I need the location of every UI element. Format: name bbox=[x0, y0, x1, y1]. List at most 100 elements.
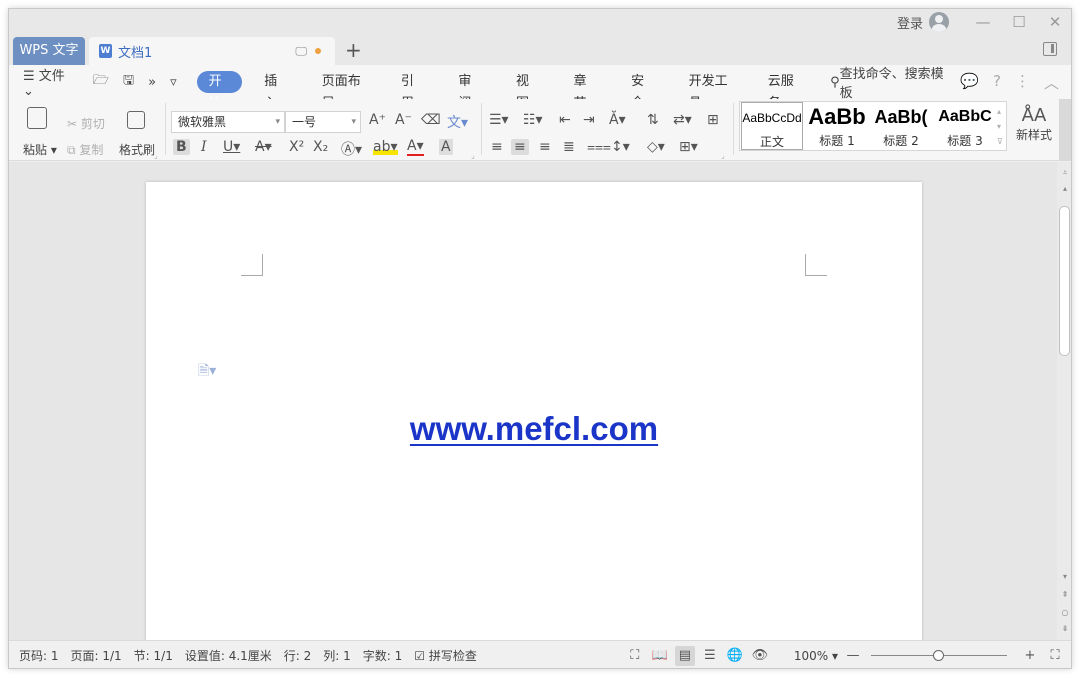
more-icon[interactable]: » bbox=[148, 75, 156, 90]
zoom-knob[interactable] bbox=[933, 649, 944, 661]
clipboard-expand-icon[interactable]: ⌟ bbox=[154, 151, 158, 160]
numbered-list-icon[interactable]: ☷▾ bbox=[523, 112, 543, 128]
line-spacing-icon[interactable]: ↕▾ bbox=[611, 139, 630, 155]
tab-references[interactable]: 引用 bbox=[387, 71, 437, 111]
next-page-icon[interactable]: ⇟ bbox=[1057, 624, 1071, 633]
char-shading-icon[interactable]: A bbox=[439, 139, 453, 155]
status-word-count[interactable]: 字数: 1 bbox=[363, 647, 403, 664]
font-size-select[interactable]: 一号 ▾ bbox=[285, 111, 361, 133]
chinese-layout-icon[interactable]: Ă▾ bbox=[609, 112, 626, 128]
save-icon[interactable]: 🖫 bbox=[123, 71, 134, 93]
zoom-slider[interactable] bbox=[871, 649, 1007, 662]
shrink-font-icon[interactable]: A⁻ bbox=[395, 112, 412, 128]
paragraph-layout-icon[interactable]: 🗎▾ bbox=[198, 360, 216, 384]
tab-page-layout[interactable]: 页面布局 bbox=[308, 71, 379, 111]
help-icon[interactable]: ? bbox=[993, 72, 1001, 93]
clear-format-icon[interactable]: ⌫ bbox=[421, 112, 441, 128]
command-search[interactable]: ⚲ 查找命令、搜索模板 bbox=[830, 63, 946, 101]
status-page-code[interactable]: 页码: 1 bbox=[19, 647, 59, 664]
style-normal[interactable]: AaBbCcDd 正文 bbox=[741, 102, 803, 150]
new-tab-button[interactable]: + bbox=[345, 38, 362, 62]
page-view-icon[interactable]: ▤ bbox=[674, 645, 695, 666]
scroll-down-icon[interactable]: ▾ bbox=[1057, 572, 1071, 581]
browse-object-icon[interactable]: ○ bbox=[1057, 608, 1071, 617]
shading-icon[interactable]: ◇▾ bbox=[647, 139, 665, 155]
document-page[interactable]: 🗎▾ www.mefcl.com bbox=[146, 182, 922, 640]
style-heading-3[interactable]: AaBbC 标题 3 bbox=[934, 102, 996, 150]
sort-icon[interactable]: ⇅ bbox=[647, 112, 659, 128]
new-style-button[interactable]: ÅA 新样式 bbox=[1013, 105, 1055, 143]
ribbon-scroll-right[interactable] bbox=[1059, 99, 1071, 161]
maximize-icon[interactable]: ☐ bbox=[1001, 13, 1037, 31]
align-center-icon[interactable]: ≡ bbox=[511, 139, 529, 155]
bullet-list-icon[interactable]: ☰▾ bbox=[489, 112, 509, 128]
paragraph-expand-icon[interactable]: ⌟ bbox=[721, 151, 725, 160]
status-row[interactable]: 行: 2 bbox=[284, 647, 312, 664]
superscript-icon[interactable]: X² bbox=[289, 139, 304, 155]
font-expand-icon[interactable]: ⌟ bbox=[471, 151, 475, 160]
tab-developer[interactable]: 开发工具 bbox=[675, 71, 746, 111]
tab-document[interactable]: W 文档1 🖵 bbox=[89, 37, 335, 65]
text-effect-icon[interactable]: Ⓐ▾ bbox=[341, 139, 362, 159]
zoom-in-icon[interactable]: + bbox=[1020, 646, 1040, 666]
tab-home[interactable]: 开始 bbox=[196, 71, 243, 111]
document-text[interactable]: www.mefcl.com bbox=[146, 410, 922, 448]
phonetic-guide-icon[interactable]: 文▾ bbox=[447, 112, 468, 132]
collapse-ribbon-icon[interactable]: ︿ bbox=[1044, 72, 1059, 93]
tab-cloud[interactable]: 云服务 bbox=[754, 71, 814, 111]
subscript-icon[interactable]: X₂ bbox=[313, 139, 328, 155]
bold-icon[interactable]: B bbox=[173, 139, 190, 155]
cut-button[interactable]: ✂ 剪切 bbox=[67, 115, 105, 132]
status-position[interactable]: 设置值: 4.1厘米 bbox=[185, 647, 272, 664]
align-right-icon[interactable]: ≡ bbox=[539, 139, 551, 155]
fullscreen-icon[interactable]: ⛶ bbox=[625, 646, 645, 666]
eye-protection-icon[interactable]: 👁 bbox=[750, 646, 770, 666]
copy-button[interactable]: ⧉ 复制 bbox=[67, 141, 103, 158]
tab-insert[interactable]: 插入 bbox=[250, 71, 300, 111]
vertical-scrollbar[interactable]: ⩡ ▴ ▾ ⇞ ○ ⇟ bbox=[1057, 162, 1071, 640]
reading-view-icon[interactable]: 📖 bbox=[650, 646, 670, 666]
font-color-icon[interactable]: A▾ bbox=[407, 139, 424, 156]
align-left-icon[interactable]: ≡ bbox=[491, 139, 503, 155]
customize-icon[interactable]: ▿ bbox=[170, 75, 177, 90]
feedback-icon[interactable]: 💬 bbox=[960, 72, 979, 93]
borders-icon[interactable]: ⊞▾ bbox=[679, 139, 698, 155]
increase-indent-icon[interactable]: ⇥ bbox=[583, 112, 595, 128]
file-menu[interactable]: ☰ 文件 ⌄ bbox=[23, 65, 79, 99]
zoom-select[interactable]: 100% ▾ bbox=[794, 649, 838, 663]
highlight-icon[interactable]: ab▾ bbox=[373, 139, 398, 155]
style-scroll-icon[interactable]: ▴ ▾ ⊽ bbox=[997, 104, 1003, 149]
tab-view[interactable]: 视图 bbox=[502, 71, 552, 111]
close-icon[interactable]: ✕ bbox=[1037, 13, 1071, 31]
style-heading-2[interactable]: AaBb( 标题 2 bbox=[870, 102, 932, 150]
minimize-icon[interactable]: — bbox=[965, 13, 1001, 31]
distributed-icon[interactable]: ⩶ bbox=[587, 139, 611, 155]
table-icon[interactable]: ⊞ bbox=[707, 112, 719, 128]
decrease-indent-icon[interactable]: ⇤ bbox=[559, 112, 571, 128]
side-panel-icon[interactable] bbox=[1043, 42, 1057, 56]
strikethrough-icon[interactable]: A▾ bbox=[255, 139, 272, 155]
status-section[interactable]: 节: 1/1 bbox=[134, 647, 173, 664]
zoom-out-icon[interactable]: — bbox=[843, 646, 863, 666]
show-marks-icon[interactable]: ⇄▾ bbox=[673, 112, 692, 128]
tab-security[interactable]: 安全 bbox=[617, 71, 667, 111]
format-painter-button[interactable]: 格式刷 bbox=[119, 141, 155, 158]
more-options-icon[interactable]: ⋮ bbox=[1015, 72, 1030, 93]
fit-window-icon[interactable]: ⛶ bbox=[1045, 646, 1065, 666]
scroll-up-icon[interactable]: ▴ bbox=[1057, 184, 1071, 193]
monitor-icon[interactable]: 🖵 bbox=[295, 44, 307, 59]
style-heading-1[interactable]: AaBb 标题 1 bbox=[806, 102, 868, 150]
format-painter-icon[interactable] bbox=[127, 111, 145, 129]
paste-button[interactable]: 粘贴 ▾ bbox=[23, 141, 57, 158]
scrollbar-thumb[interactable] bbox=[1059, 206, 1070, 356]
underline-icon[interactable]: U▾ bbox=[223, 139, 240, 155]
web-view-icon[interactable]: 🌐 bbox=[725, 646, 745, 666]
tab-wps-writer[interactable]: WPS 文字 bbox=[13, 37, 85, 65]
paste-icon[interactable] bbox=[27, 107, 47, 129]
status-pages[interactable]: 页面: 1/1 bbox=[71, 647, 122, 664]
scroll-top-icon[interactable]: ⩡ bbox=[1057, 168, 1071, 178]
login-button[interactable]: 登录 bbox=[897, 12, 949, 32]
outline-view-icon[interactable]: ☰ bbox=[700, 646, 720, 666]
font-name-select[interactable]: 微软雅黑 ▾ bbox=[171, 111, 285, 133]
prev-page-icon[interactable]: ⇞ bbox=[1057, 590, 1071, 599]
